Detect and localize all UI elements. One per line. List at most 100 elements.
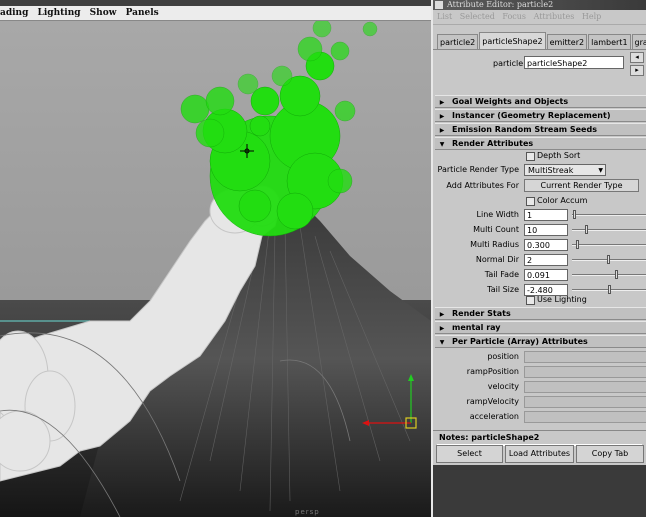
load-attributes-button[interactable]: Load Attributes: [505, 445, 574, 463]
window-title: Attribute Editor: particle2: [447, 0, 554, 9]
color-accum-label: Color Accum: [537, 196, 588, 205]
per-particle-row: rampVelocity: [433, 395, 646, 409]
tail-fade-field[interactable]: 0.091: [524, 269, 568, 281]
color-accum-row: Color Accum: [433, 194, 646, 208]
menu-help[interactable]: Help: [582, 12, 601, 21]
slider-handle[interactable]: [585, 225, 588, 234]
tab-gravityfield1[interactable]: gravityField1: [631, 34, 646, 49]
per-particle-label: position: [487, 352, 519, 361]
expand-arrow-icon: ▶: [439, 311, 445, 318]
attribute-editor-titlebar[interactable]: Attribute Editor: particle2: [433, 0, 646, 10]
camera-label: persp: [295, 508, 320, 516]
normal-dir-slider[interactable]: [572, 255, 646, 264]
section-per-particle[interactable]: ▼ Per Particle (Array) Attributes: [435, 335, 646, 348]
per-particle-label: velocity: [487, 382, 519, 391]
multi-radius-slider[interactable]: [572, 240, 646, 249]
collapse-arrow-icon: ▼: [439, 339, 445, 346]
normal-dir-label: Normal Dir: [475, 255, 519, 264]
attribute-editor-window: Attribute Editor: particle2 List Selecte…: [431, 0, 646, 517]
attribute-sections: ▶ Goal Weights and Objects ▶ Instancer (Ge…: [433, 93, 646, 428]
green-particles: [180, 21, 378, 237]
use-lighting-row: Use Lighting: [433, 293, 646, 307]
tail-fade-slider[interactable]: [572, 270, 646, 279]
expand-arrow-icon: ▶: [439, 127, 445, 134]
render-type-row: Particle Render Type MultiStreak ▼: [433, 163, 646, 177]
per-particle-row: position: [433, 350, 646, 364]
focus-output-icon[interactable]: ▸: [630, 65, 644, 76]
add-attributes-label: Add Attributes For: [446, 181, 519, 190]
window-icon: [435, 1, 443, 9]
multi-count-label: Multi Count: [473, 225, 519, 234]
color-accum-checkbox[interactable]: [526, 197, 535, 206]
per-particle-field[interactable]: [524, 366, 646, 378]
expand-arrow-icon: ▶: [439, 325, 445, 332]
use-lighting-checkbox[interactable]: [526, 296, 535, 305]
current-render-type-button[interactable]: Current Render Type: [524, 179, 639, 192]
menu-panels[interactable]: Panels: [126, 8, 159, 18]
menu-focus[interactable]: Focus: [502, 12, 526, 21]
menu-list[interactable]: List: [437, 12, 452, 21]
menu-shading[interactable]: ading: [0, 8, 28, 18]
slider-handle[interactable]: [573, 210, 576, 219]
node-type-label: particle:: [493, 59, 526, 68]
node-tabs: particle2 particleShape2 emitter2 lambert1 g…: [433, 31, 646, 50]
section-goal-weights[interactable]: ▶ Goal Weights and Objects: [435, 95, 646, 108]
slider-handle[interactable]: [576, 240, 579, 249]
section-render-stats[interactable]: ▶ Render Stats: [435, 307, 646, 320]
notes-label: Notes: particleShape2: [433, 430, 646, 444]
viewport-menu-bar: ading Lighting Show Panels: [0, 6, 431, 21]
tab-particle2[interactable]: particle2: [437, 34, 479, 49]
bottom-button-bar: Select Load Attributes Copy Tab: [433, 445, 646, 464]
per-particle-field[interactable]: [524, 411, 646, 423]
use-lighting-label: Use Lighting: [537, 295, 587, 304]
per-particle-row: acceleration: [433, 410, 646, 424]
per-particle-field[interactable]: [524, 381, 646, 393]
per-particle-field[interactable]: [524, 396, 646, 408]
per-particle-label: rampVelocity: [466, 397, 519, 406]
menu-attributes[interactable]: Attributes: [534, 12, 575, 21]
multi-count-field[interactable]: 10: [524, 224, 568, 236]
multi-radius-field[interactable]: 0.300: [524, 239, 568, 251]
normal-dir-field[interactable]: 2: [524, 254, 568, 266]
scene-render[interactable]: [0, 21, 431, 517]
per-particle-row: velocity: [433, 380, 646, 394]
focus-input-icon[interactable]: ◂: [630, 52, 644, 63]
per-particle-label: rampPosition: [466, 367, 519, 376]
depth-sort-checkbox[interactable]: [526, 152, 535, 161]
menu-lighting[interactable]: Lighting: [38, 8, 81, 18]
multi-count-slider[interactable]: [572, 225, 646, 234]
section-emission-seeds[interactable]: ▶ Emission Random Stream Seeds: [435, 123, 646, 136]
expand-arrow-icon: ▶: [439, 113, 445, 120]
chevron-down-icon: ▼: [598, 167, 603, 174]
menu-show[interactable]: Show: [90, 8, 117, 18]
multi-count-row: Multi Count 10: [433, 223, 646, 237]
per-particle-field[interactable]: [524, 351, 646, 363]
section-instancer[interactable]: ▶ Instancer (Geometry Replacement): [435, 109, 646, 122]
copy-tab-button[interactable]: Copy Tab: [576, 445, 644, 463]
node-name-field[interactable]: particleShape2: [524, 56, 624, 69]
select-button[interactable]: Select: [436, 445, 503, 463]
slider-handle[interactable]: [607, 255, 610, 264]
menu-selected[interactable]: Selected: [460, 12, 495, 21]
add-attributes-row: Add Attributes For Current Render Type: [433, 179, 646, 193]
per-particle-label: acceleration: [469, 412, 519, 421]
section-mental-ray[interactable]: ▶ mental ray: [435, 321, 646, 334]
tail-size-slider[interactable]: [572, 285, 646, 294]
multi-radius-row: Multi Radius 0.300: [433, 238, 646, 252]
tail-fade-row: Tail Fade 0.091: [433, 268, 646, 282]
render-type-label: Particle Render Type: [437, 165, 520, 174]
slider-handle[interactable]: [615, 270, 618, 279]
tab-emitter2[interactable]: emitter2: [546, 34, 588, 49]
multi-radius-label: Multi Radius: [470, 240, 519, 249]
node-name-row: particle: particleShape2 ◂ ▸: [433, 50, 646, 78]
tail-fade-label: Tail Fade: [484, 270, 519, 279]
render-type-dropdown[interactable]: MultiStreak ▼: [524, 164, 606, 176]
expand-arrow-icon: ▶: [439, 99, 445, 106]
line-width-slider[interactable]: [572, 210, 646, 219]
maya-perspective-viewport[interactable]: ading Lighting Show Panels persp: [0, 0, 431, 517]
line-width-label: Line Width: [476, 210, 519, 219]
tab-particleshape2[interactable]: particleShape2: [479, 32, 546, 49]
tab-lambert1[interactable]: lambert1: [588, 34, 631, 49]
depth-sort-row: Depth Sort: [433, 149, 646, 163]
line-width-field[interactable]: 1: [524, 209, 568, 221]
